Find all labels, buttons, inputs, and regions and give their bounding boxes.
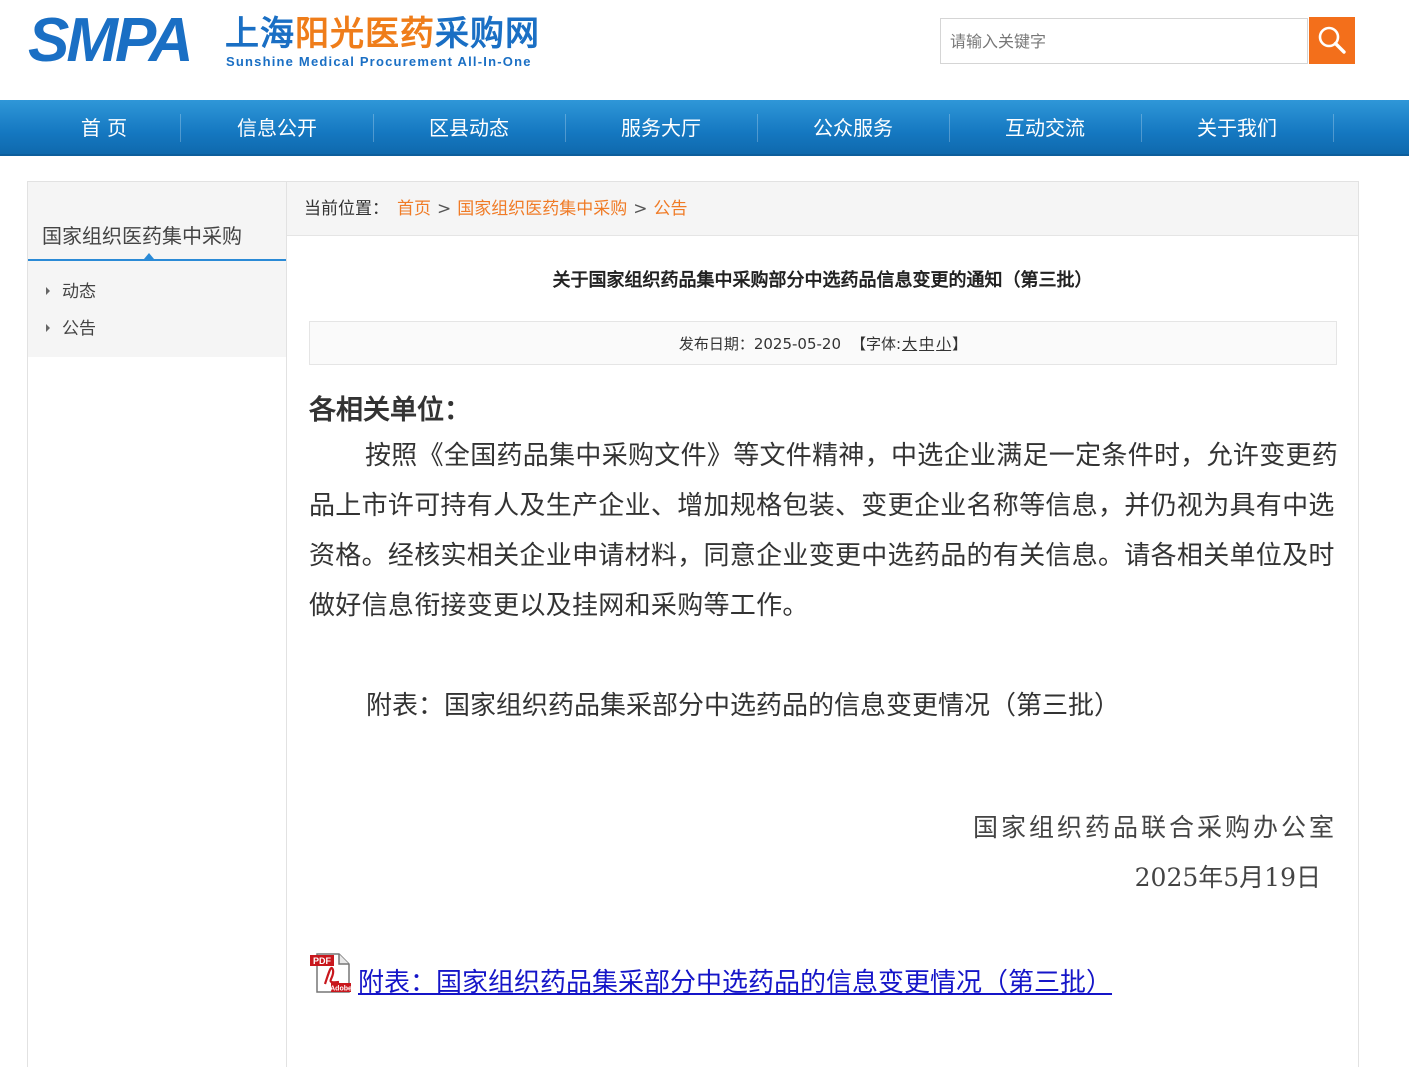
main-nav: 首 页 信息公开 区县动态 服务大厅 公众服务 互动交流 关于我们 — [0, 100, 1409, 156]
column-divider — [286, 182, 287, 1067]
nav-item-service-hall[interactable]: 服务大厅 — [565, 100, 757, 154]
font-size-label: 【字体: — [851, 335, 902, 353]
sidebar-item-label: 公告 — [62, 319, 96, 339]
nav-divider — [1333, 114, 1334, 142]
nav-item-public-service[interactable]: 公众服务 — [757, 100, 949, 154]
search-button[interactable] — [1309, 17, 1355, 64]
article-title: 关于国家组织药品集中采购部分中选药品信息变更的通知（第三批） — [552, 270, 1093, 291]
logo-cn-part1: 上海 — [225, 14, 295, 54]
search-icon — [1318, 26, 1346, 54]
breadcrumb-link-category[interactable]: 国家组织医药集中采购 — [457, 199, 627, 219]
signature-date: 2025年5月19日 — [1134, 863, 1321, 892]
attachment-download-link[interactable]: 附表：国家组织药品集采部分中选药品的信息变更情况（第三批） — [358, 962, 1112, 999]
sidebar-item-announcements[interactable]: 公告 — [46, 317, 96, 341]
font-size-large-button[interactable]: 大 — [902, 335, 917, 353]
sidebar-title-caret — [144, 253, 154, 259]
pdf-badge: PDF — [313, 956, 332, 966]
caret-right-icon — [46, 287, 50, 295]
nav-item-district-news[interactable]: 区县动态 — [373, 100, 565, 154]
font-size-small-button[interactable]: 小 — [936, 335, 951, 353]
signature-organization: 国家组织药品联合采购办公室 — [972, 813, 1337, 842]
font-size-medium-button[interactable]: 中 — [919, 335, 934, 353]
breadcrumb: 当前位置： 首页 > 国家组织医药集中采购 > 公告 — [304, 197, 688, 221]
sidebar-item-news[interactable]: 动态 — [46, 280, 96, 304]
article-body: 按照《全国药品集中采购文件》等文件精神，中选企业满足一定条件时，允许变更药品上市… — [309, 441, 1339, 621]
breadcrumb-separator: > — [437, 199, 452, 219]
nav-item-info-disclosure[interactable]: 信息公开 — [181, 100, 373, 154]
nav-item-interaction[interactable]: 互动交流 — [949, 100, 1141, 154]
breadcrumb-link-home[interactable]: 首页 — [397, 199, 431, 219]
nav-item-about-us[interactable]: 关于我们 — [1141, 100, 1333, 154]
logo-smpa-text: SMPA — [28, 6, 194, 75]
pdf-icon[interactable]: PDF Adobe — [309, 952, 353, 994]
logo-cn-part3: 采购网 — [435, 14, 540, 54]
article-greeting: 各相关单位： — [309, 395, 471, 426]
sidebar-item-label: 动态 — [62, 282, 96, 302]
attachment-note: 附表：国家组织药品集采部分中选药品的信息变更情况（第三批） — [366, 691, 1121, 721]
logo-cn-part2: 阳光医药 — [295, 14, 435, 54]
search-input[interactable] — [940, 18, 1308, 64]
publish-date: 发布日期：2025-05-20 — [678, 335, 842, 353]
breadcrumb-prefix: 当前位置： — [304, 199, 389, 219]
font-size-label-close: 】 — [952, 335, 968, 353]
site-logo[interactable]: SMPA 上海阳光医药采购网 Sunshine Medical Procurem… — [28, 10, 588, 72]
nav-item-home[interactable]: 首 页 — [8, 100, 200, 154]
site-header: SMPA 上海阳光医药采购网 Sunshine Medical Procurem… — [0, 0, 1409, 100]
breadcrumb-separator: > — [633, 199, 648, 219]
caret-right-icon — [46, 324, 50, 332]
logo-chinese-name: 上海阳光医药采购网 — [225, 14, 540, 54]
adobe-badge: Adobe — [330, 986, 352, 993]
sidebar-title: 国家组织医药集中采购 — [28, 212, 286, 261]
logo-english-name: Sunshine Medical Procurement All-In-One — [226, 54, 532, 69]
article-meta-bar: 发布日期：2025-05-20 【字体:大中小】 — [309, 321, 1337, 365]
breadcrumb-link-announcements[interactable]: 公告 — [654, 199, 688, 219]
